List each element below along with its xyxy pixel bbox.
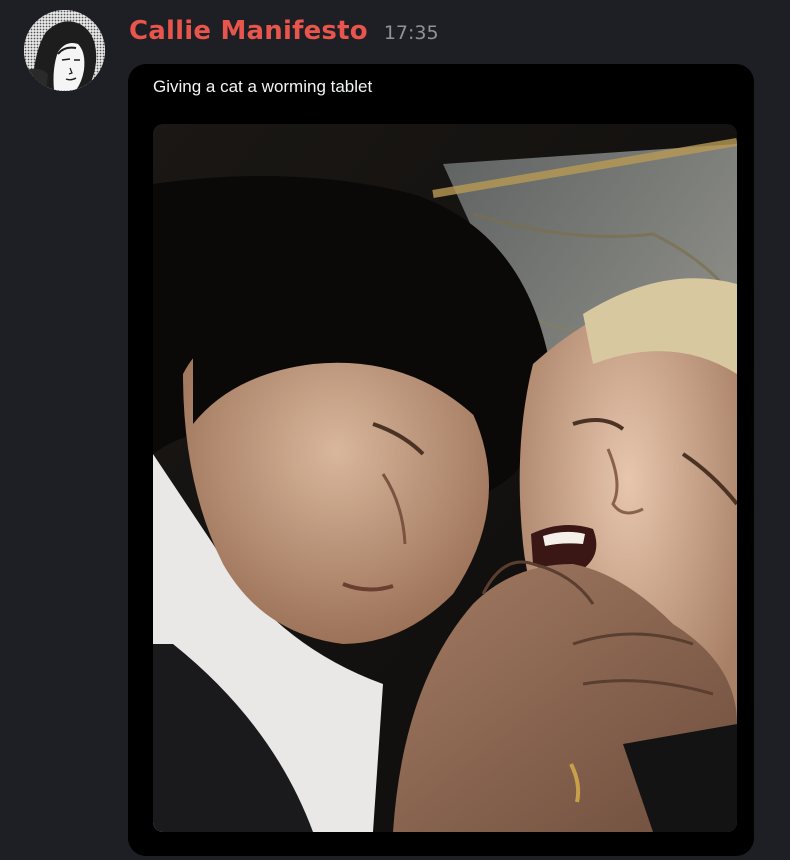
message-embed: Giving a cat a worming tablet <box>128 64 754 856</box>
author-name[interactable]: Callie Manifesto <box>129 16 368 46</box>
message-header: Callie Manifesto 17:35 <box>129 16 439 56</box>
avatar-illustration-icon <box>24 10 105 91</box>
chat-message: Callie Manifesto 17:35 Giving a cat a wo… <box>0 0 790 860</box>
embed-caption: Giving a cat a worming tablet <box>153 77 373 96</box>
user-avatar[interactable] <box>24 10 105 91</box>
message-timestamp: 17:35 <box>383 22 439 44</box>
photo-attachment-icon <box>153 124 737 832</box>
embed-image[interactable] <box>153 124 737 832</box>
